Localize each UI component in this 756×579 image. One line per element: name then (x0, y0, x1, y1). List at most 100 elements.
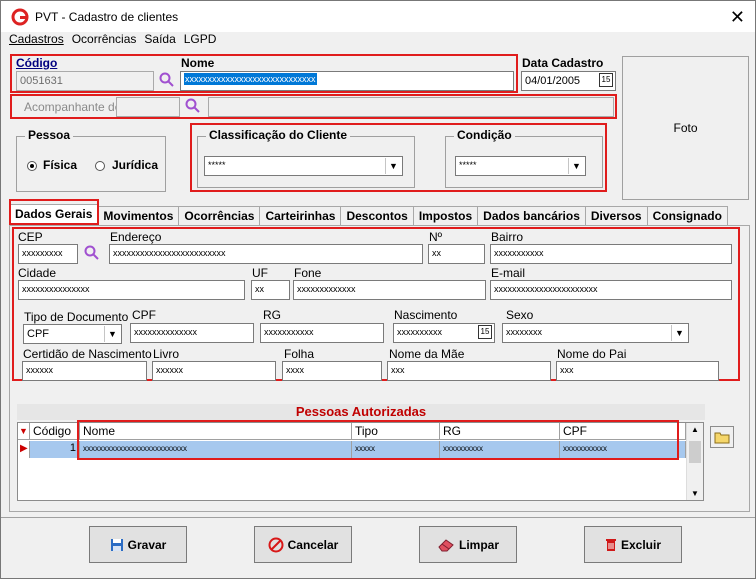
chevron-down-icon[interactable]: ▼ (104, 326, 120, 342)
folha-field[interactable]: xxxx (282, 361, 382, 381)
calendar-icon[interactable]: 15 (599, 73, 613, 87)
nome-field[interactable]: xxxxxxxxxxxxxxxxxxxxxxxxxxxxx (180, 71, 514, 91)
classificacao-value: ***** (208, 160, 226, 170)
codigo-field[interactable]: 0051631 (16, 71, 154, 91)
tipo-doc-select[interactable]: CPF ▼ (23, 324, 122, 344)
limpar-label: Limpar (458, 537, 499, 552)
grid-row-highlight (77, 420, 679, 460)
save-icon (110, 538, 123, 551)
tab-diversos[interactable]: Diversos (584, 206, 648, 226)
fisica-label[interactable]: Física (43, 158, 77, 172)
tipo-doc-value: CPF (27, 328, 49, 340)
cep-field[interactable]: xxxxxxxxx (18, 244, 78, 264)
numero-field[interactable]: xx (428, 244, 485, 264)
mae-field[interactable]: xxx (387, 361, 551, 381)
foto-label: Foto (673, 121, 698, 135)
pai-field[interactable]: xxx (556, 361, 719, 381)
tab-impostos[interactable]: Impostos (412, 206, 479, 226)
condicao-select[interactable]: ***** ▼ (455, 156, 586, 176)
endereco-label: Endereço (110, 230, 162, 244)
codigo-label: Código (16, 56, 58, 70)
uf-field[interactable]: xx (251, 280, 290, 300)
pai-label: Nome do Pai (557, 347, 627, 361)
cep-search-icon[interactable] (84, 245, 100, 261)
eraser-icon (438, 538, 454, 551)
menu-lgpd[interactable]: LGPD (184, 32, 217, 52)
fone-field[interactable]: xxxxxxxxxxxxx (293, 280, 486, 300)
pessoa-label: Pessoa (25, 128, 74, 142)
acompanhante-search-icon[interactable] (185, 98, 201, 114)
juridica-radio[interactable] (95, 161, 105, 171)
certidao-field[interactable]: xxxxxx (22, 361, 147, 381)
active-tab-highlight (9, 199, 99, 225)
classificacao-label: Classificação do Cliente (206, 128, 351, 142)
tab-ocorrencias[interactable]: Ocorrências (178, 206, 261, 226)
nascimento-field[interactable]: xxxxxxxxxx 15 (393, 323, 495, 343)
cidade-field[interactable]: xxxxxxxxxxxxxxx (18, 280, 245, 300)
grid-cell-codigo[interactable]: 1 (30, 441, 80, 458)
excluir-button[interactable]: Excluir (584, 526, 682, 563)
calendar-icon[interactable]: 15 (478, 325, 492, 339)
cancel-icon (268, 537, 284, 552)
bairro-field[interactable]: xxxxxxxxxxx (490, 244, 732, 264)
open-folder-button[interactable] (710, 426, 734, 448)
tab-movimentos[interactable]: Movimentos (97, 206, 180, 226)
cep-label: CEP (18, 230, 43, 244)
juridica-label[interactable]: Jurídica (112, 158, 158, 172)
tab-carteirinhas[interactable]: Carteirinhas (259, 206, 342, 226)
data-cadastro-value: 04/01/2005 (525, 75, 581, 87)
title-bar: PVT - Cadastro de clientes ✕ (1, 1, 755, 32)
chevron-down-icon[interactable]: ▼ (568, 158, 584, 174)
search-icon[interactable] (159, 72, 175, 88)
photo-box[interactable]: Foto (622, 56, 749, 200)
cpf-label: CPF (132, 308, 156, 322)
endereco-field[interactable]: xxxxxxxxxxxxxxxxxxxxxxxxx (109, 244, 423, 264)
grid-scrollbar[interactable]: ▲ ▼ (686, 423, 703, 500)
menu-saida[interactable]: Saída (144, 32, 175, 52)
folder-icon (714, 432, 730, 444)
limpar-button[interactable]: Limpar (419, 526, 517, 563)
gravar-label: Gravar (127, 537, 167, 552)
email-field[interactable]: xxxxxxxxxxxxxxxxxxxxxxx (490, 280, 732, 300)
email-label: E-mail (491, 266, 526, 280)
rg-field[interactable]: xxxxxxxxxxx (260, 323, 384, 343)
fone-label: Fone (294, 266, 322, 280)
tab-descontos[interactable]: Descontos (340, 206, 414, 226)
classificacao-select[interactable]: ***** ▼ (204, 156, 403, 176)
tab-consignado[interactable]: Consignado (646, 206, 728, 226)
acompanhante-name-field[interactable] (208, 97, 614, 117)
condicao-value: ***** (459, 160, 477, 170)
menu-cadastros[interactable]: Cadastros (9, 32, 64, 52)
window-title: PVT - Cadastro de clientes (35, 9, 179, 24)
data-cadastro-field[interactable]: 04/01/2005 15 (521, 71, 616, 91)
sexo-label: Sexo (506, 308, 534, 322)
acompanhante-code-field[interactable] (116, 97, 180, 117)
nome-label: Nome (181, 56, 215, 70)
chevron-down-icon[interactable]: ▼ (385, 158, 401, 174)
sort-down-icon: ▼ (19, 426, 28, 436)
menu-bar: Cadastros Ocorrências Saída LGPD (1, 32, 755, 52)
grid-header-codigo[interactable]: Código (30, 423, 80, 440)
nome-value: xxxxxxxxxxxxxxxxxxxxxxxxxxxxx (184, 73, 317, 85)
uf-label: UF (252, 266, 268, 280)
trash-icon (605, 539, 616, 551)
grid-title: Pessoas Autorizadas (17, 404, 705, 420)
cpf-field[interactable]: xxxxxxxxxxxxxx (130, 323, 254, 343)
gravar-button[interactable]: Gravar (89, 526, 187, 563)
sexo-select[interactable]: xxxxxxxx ▼ (502, 323, 689, 343)
nascimento-label: Nascimento (394, 308, 458, 322)
scroll-up-icon[interactable]: ▲ (691, 425, 699, 434)
livro-field[interactable]: xxxxxx (152, 361, 276, 381)
cancelar-label: Cancelar (287, 537, 339, 552)
chevron-down-icon[interactable]: ▼ (671, 325, 687, 341)
numero-label: Nº (429, 230, 443, 244)
tab-dados-bancarios[interactable]: Dados bancários (477, 206, 586, 226)
scroll-down-icon[interactable]: ▼ (691, 489, 699, 498)
menu-ocorrencias[interactable]: Ocorrências (72, 32, 137, 52)
scroll-thumb[interactable] (689, 441, 701, 463)
close-icon[interactable]: ✕ (730, 7, 745, 28)
app-logo-icon (11, 8, 29, 25)
cancelar-button[interactable]: Cancelar (254, 526, 352, 563)
fisica-radio[interactable] (27, 161, 37, 171)
grid-row-indicator[interactable]: ▶ (18, 441, 30, 458)
